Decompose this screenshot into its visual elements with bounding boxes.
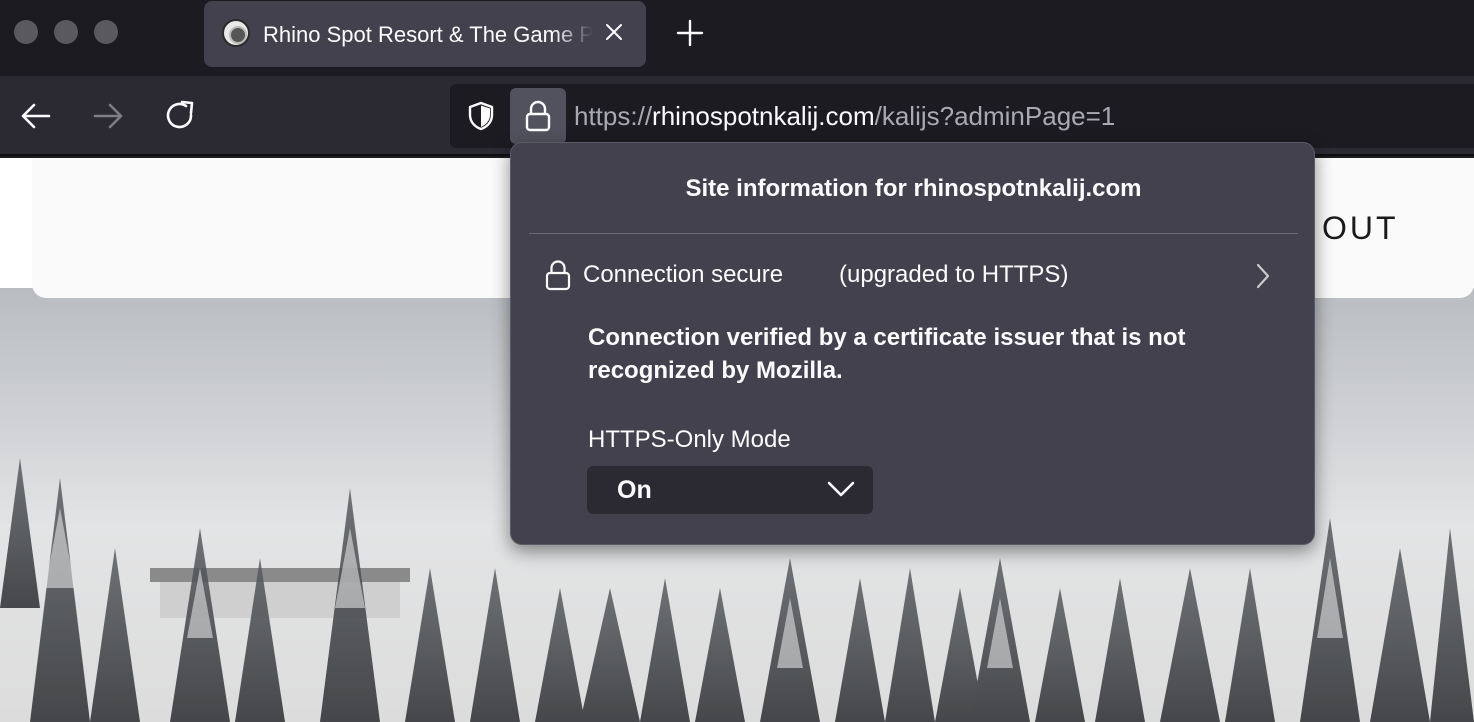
connection-security-row[interactable]: Connection secure (upgraded to HTTPS) (529, 251, 1298, 299)
site-info-panel: Site information for rhinospotnkalij.com… (510, 142, 1315, 545)
arrow-left-icon[interactable] (18, 98, 54, 134)
url-host: rhinospotnkalij.com (652, 101, 875, 131)
connection-upgrade-note: (upgraded to HTTPS) (839, 261, 1069, 288)
close-icon[interactable] (602, 20, 626, 44)
tab-title: Rhino Spot Resort & The Game Park (263, 22, 593, 47)
arrow-right-icon[interactable] (90, 98, 126, 134)
url-scheme: https:// (574, 101, 653, 131)
https-only-label: HTTPS-Only Mode (588, 426, 791, 453)
chevron-right-icon[interactable] (1255, 263, 1271, 289)
site-info-button[interactable] (510, 88, 566, 144)
window-minimize-button[interactable] (54, 20, 78, 44)
panel-title: Site information for rhinospotnkalij.com (685, 175, 1142, 202)
lock-icon (545, 260, 571, 291)
chevron-down-icon (827, 481, 855, 497)
https-only-select[interactable]: On (587, 466, 873, 514)
reload-icon[interactable] (162, 98, 198, 134)
certificate-verification-text: Connection verified by a certificate iss… (588, 324, 1186, 384)
resort-logo-icon (222, 19, 250, 47)
shield-icon[interactable] (465, 100, 497, 132)
url-text[interactable]: https://rhinospotnkalij.com/kalijs?admin… (574, 100, 1115, 132)
divider (529, 233, 1298, 234)
tab-strip: Rhino Spot Resort & The Game Park (0, 0, 1474, 76)
lock-icon (525, 100, 551, 132)
https-only-value: On (617, 476, 652, 504)
url-bar[interactable]: https://rhinospotnkalij.com/kalijs?admin… (450, 84, 1474, 148)
connection-status: Connection secure (583, 261, 784, 288)
tab-active[interactable]: Rhino Spot Resort & The Game Park (204, 1, 646, 67)
url-path: /kalijs?adminPage=1 (874, 101, 1116, 131)
nav-link-about[interactable]: OUT (1322, 210, 1399, 247)
window-close-button[interactable] (14, 20, 38, 44)
plus-icon[interactable] (674, 17, 706, 49)
browser-window: Rhino Spot Resort & The Game Park https:… (0, 0, 1474, 722)
window-zoom-button[interactable] (94, 20, 118, 44)
